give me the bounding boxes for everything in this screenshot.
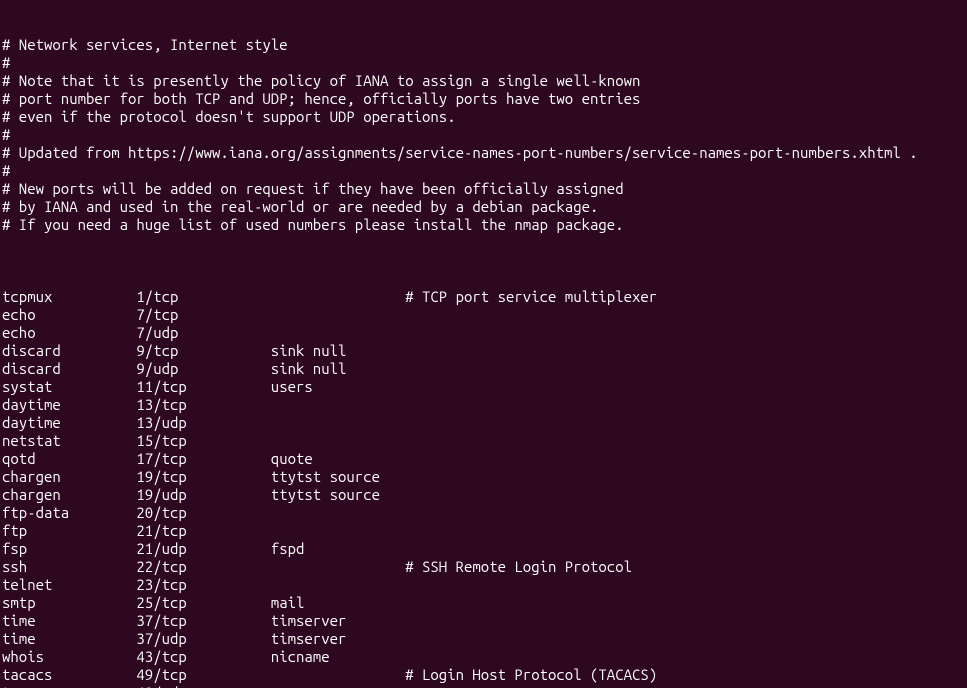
comment-line: # — [2, 54, 965, 72]
comment-line: # Network services, Internet style — [2, 36, 965, 54]
service-row: echo 7/tcp — [2, 306, 965, 324]
service-row: qotd 17/tcp quote — [2, 450, 965, 468]
comment-line: # even if the protocol doesn't support U… — [2, 108, 965, 126]
service-row: discard 9/tcp sink null — [2, 342, 965, 360]
service-row: whois 43/tcp nicname — [2, 648, 965, 666]
service-row: tacacs 49/udp — [2, 684, 965, 688]
service-row: chargen 19/udp ttytst source — [2, 486, 965, 504]
service-row: chargen 19/tcp ttytst source — [2, 468, 965, 486]
service-row: netstat 15/tcp — [2, 432, 965, 450]
service-row: telnet 23/tcp — [2, 576, 965, 594]
comment-line — [2, 234, 965, 252]
service-row: fsp 21/udp fspd — [2, 540, 965, 558]
comment-line: # port number for both TCP and UDP; henc… — [2, 90, 965, 108]
service-row: ftp 21/tcp — [2, 522, 965, 540]
service-row: discard 9/udp sink null — [2, 360, 965, 378]
comment-line: # — [2, 162, 965, 180]
service-row: tcpmux 1/tcp # TCP port service multiple… — [2, 288, 965, 306]
service-entries: tcpmux 1/tcp # TCP port service multiple… — [2, 288, 965, 688]
service-row: ssh 22/tcp # SSH Remote Login Protocol — [2, 558, 965, 576]
comment-line: # Updated from https://www.iana.org/assi… — [2, 144, 965, 162]
file-header-comments: # Network services, Internet style## Not… — [2, 36, 965, 252]
service-row: tacacs 49/tcp # Login Host Protocol (TAC… — [2, 666, 965, 684]
service-row: systat 11/tcp users — [2, 378, 965, 396]
comment-line: # New ports will be added on request if … — [2, 180, 965, 198]
comment-line: # — [2, 126, 965, 144]
service-row: ftp-data 20/tcp — [2, 504, 965, 522]
comment-line: # If you need a huge list of used number… — [2, 216, 965, 234]
terminal-viewport[interactable]: # Network services, Internet style## Not… — [0, 0, 967, 688]
service-row: smtp 25/tcp mail — [2, 594, 965, 612]
service-row: daytime 13/tcp — [2, 396, 965, 414]
comment-line: # by IANA and used in the real-world or … — [2, 198, 965, 216]
service-row: time 37/udp timserver — [2, 630, 965, 648]
service-row: daytime 13/udp — [2, 414, 965, 432]
comment-line: # Note that it is presently the policy o… — [2, 72, 965, 90]
service-row: echo 7/udp — [2, 324, 965, 342]
service-row: time 37/tcp timserver — [2, 612, 965, 630]
